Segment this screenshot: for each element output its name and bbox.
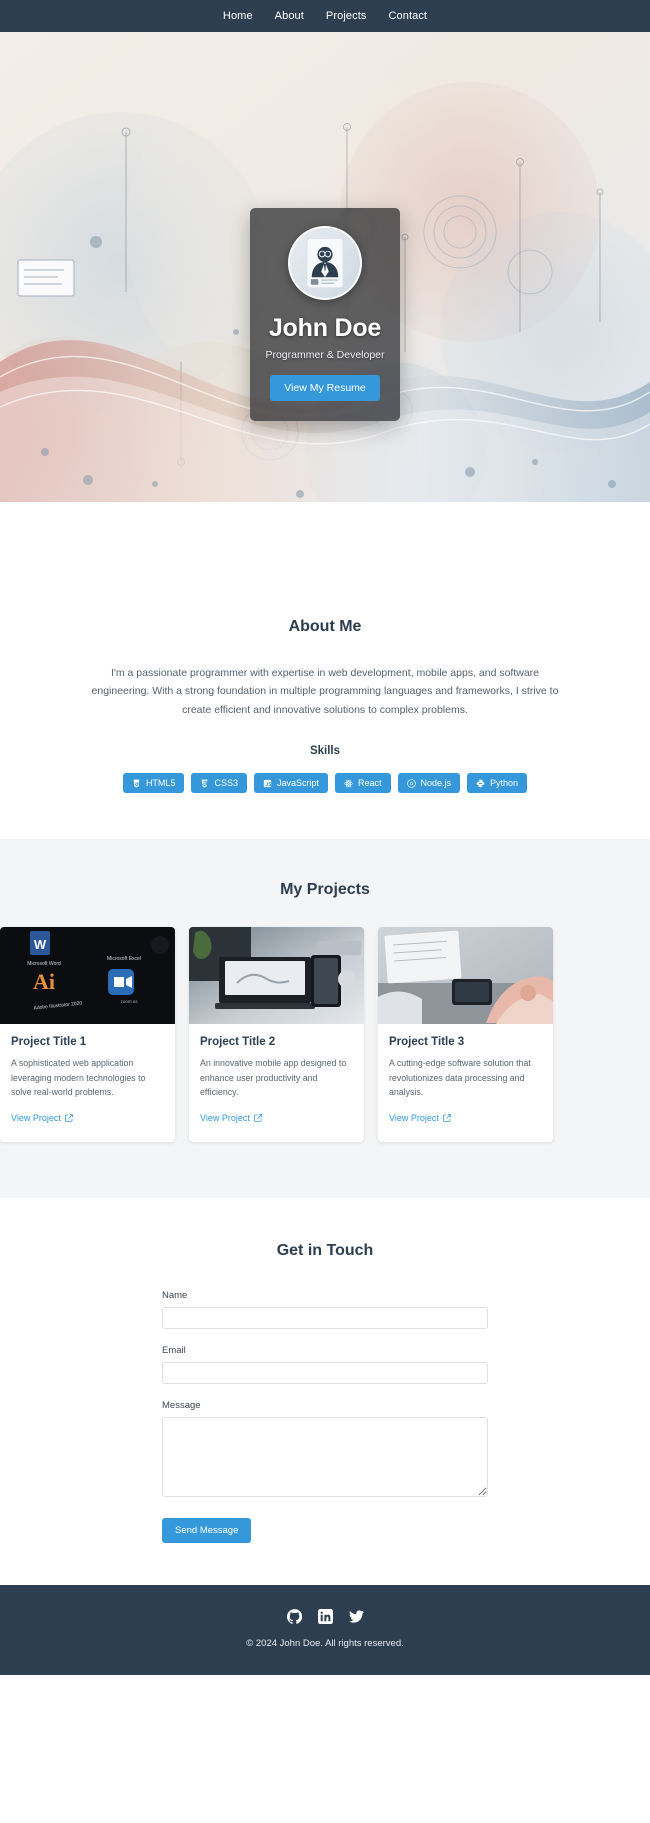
projects-title: My Projects bbox=[280, 881, 370, 899]
about-section: About Me I'm a passionate programmer wit… bbox=[0, 502, 650, 840]
project-thumbnail-2 bbox=[189, 927, 364, 1025]
send-message-button[interactable]: Send Message bbox=[162, 1517, 252, 1543]
copyright-text: © 2024 John Doe. All rights reserved. bbox=[246, 1637, 404, 1649]
project-card[interactable]: W Microsoft Word Microsoft Excel zoom.us… bbox=[0, 927, 175, 1142]
skills-title: Skills bbox=[309, 745, 341, 758]
contact-section: Get in Touch Name Email Message Send Mes… bbox=[0, 1197, 650, 1585]
contact-title: Get in Touch bbox=[276, 1241, 374, 1259]
skill-badge-python: Python bbox=[467, 773, 528, 794]
html5-icon bbox=[133, 779, 140, 788]
projects-section: My Projects W Microsoft Word Microsoft E… bbox=[0, 839, 650, 1198]
hero-name: John Doe bbox=[268, 314, 382, 342]
svg-text:zoom.us: zoom.us bbox=[120, 999, 138, 1004]
project-link-label: View Project bbox=[200, 1112, 250, 1123]
svg-text:W: W bbox=[34, 937, 47, 952]
svg-text:Ai: Ai bbox=[33, 969, 55, 994]
linkedin-icon[interactable] bbox=[317, 1608, 333, 1624]
skill-label: HTML5 bbox=[145, 778, 176, 789]
external-link-icon bbox=[253, 1113, 262, 1122]
project-link[interactable]: View Project bbox=[200, 1113, 262, 1123]
project-link[interactable]: View Project bbox=[389, 1113, 451, 1123]
project-body: Project Title 2 An innovative mobile app… bbox=[189, 1024, 364, 1142]
contact-form: Name Email Message Send Message bbox=[162, 1290, 488, 1543]
skill-label: JavaScript bbox=[276, 778, 319, 789]
svg-text:Microsoft Excel: Microsoft Excel bbox=[107, 956, 141, 962]
nodejs-icon bbox=[406, 778, 416, 788]
email-label: Email bbox=[162, 1344, 186, 1356]
project-title: Project Title 3 bbox=[389, 1036, 465, 1049]
project-thumbnail-3 bbox=[378, 927, 553, 1025]
skill-badge-html5: HTML5 bbox=[122, 773, 185, 794]
project-link[interactable]: View Project bbox=[11, 1113, 73, 1123]
skill-label: Python bbox=[490, 778, 519, 789]
project-title: Project Title 1 bbox=[11, 1036, 87, 1049]
project-description: An innovative mobile app designed to enh… bbox=[200, 1058, 347, 1098]
project-description: A cutting-edge software solution that re… bbox=[389, 1058, 531, 1098]
project-link-label: View Project bbox=[389, 1112, 439, 1123]
hero-tagline: Programmer & Developer bbox=[265, 349, 385, 361]
about-body: I'm a passionate programmer with experti… bbox=[91, 667, 559, 716]
skill-badge-nodejs: Node.js bbox=[397, 773, 461, 794]
python-icon bbox=[476, 779, 485, 787]
project-body: Project Title 3 A cutting-edge software … bbox=[378, 1024, 553, 1142]
site-footer: © 2024 John Doe. All rights reserved. bbox=[0, 1584, 650, 1675]
name-field-group: Name bbox=[162, 1290, 488, 1329]
css3-icon bbox=[202, 779, 208, 788]
external-link-icon bbox=[64, 1113, 73, 1122]
javascript-icon bbox=[263, 779, 272, 787]
about-title: About Me bbox=[288, 618, 362, 635]
project-card[interactable]: Project Title 2 An innovative mobile app… bbox=[189, 927, 364, 1142]
email-field-group: Email bbox=[162, 1345, 488, 1384]
project-card[interactable]: Project Title 3 A cutting-edge software … bbox=[378, 927, 553, 1142]
hero-section: John Doe Programmer & Developer View My … bbox=[0, 32, 650, 502]
project-link-label: View Project bbox=[11, 1112, 61, 1123]
projects-grid: W Microsoft Word Microsoft Excel zoom.us… bbox=[0, 927, 650, 1142]
skill-badge-css3: CSS3 bbox=[191, 773, 247, 794]
skill-badge-javascript: JavaScript bbox=[253, 773, 328, 794]
nav-link-home[interactable]: Home bbox=[223, 10, 253, 22]
project-description: A sophisticated web application leveragi… bbox=[11, 1058, 146, 1098]
view-resume-button[interactable]: View My Resume bbox=[270, 375, 380, 401]
nav-link-projects[interactable]: Projects bbox=[326, 10, 367, 22]
project-thumbnail-1: W Microsoft Word Microsoft Excel zoom.us… bbox=[0, 927, 175, 1025]
external-link-icon bbox=[442, 1113, 451, 1122]
email-input[interactable] bbox=[162, 1361, 488, 1384]
skill-label: Node.js bbox=[420, 778, 452, 789]
skill-badge-react: React bbox=[335, 773, 391, 794]
name-input[interactable] bbox=[162, 1306, 488, 1329]
social-links bbox=[0, 1608, 650, 1624]
project-title: Project Title 2 bbox=[200, 1036, 276, 1049]
nav-link-about[interactable]: About bbox=[275, 10, 304, 22]
nav-link-contact[interactable]: Contact bbox=[388, 10, 427, 22]
skills-list: HTML5 CSS3 JavaScript React Node.js Pyth… bbox=[28, 773, 622, 794]
project-body: Project Title 1 A sophisticated web appl… bbox=[0, 1024, 175, 1142]
twitter-icon[interactable] bbox=[348, 1609, 364, 1624]
skill-label: React bbox=[358, 778, 382, 789]
github-icon[interactable] bbox=[286, 1608, 302, 1624]
react-atom-icon bbox=[344, 779, 353, 787]
message-label: Message bbox=[162, 1399, 201, 1411]
avatar bbox=[288, 226, 362, 300]
hero-profile-card: John Doe Programmer & Developer View My … bbox=[250, 208, 400, 421]
name-label: Name bbox=[162, 1289, 188, 1301]
skill-label: CSS3 bbox=[214, 778, 238, 789]
message-textarea[interactable] bbox=[162, 1416, 488, 1497]
message-field-group: Message bbox=[162, 1400, 488, 1502]
svg-text:Microsoft Word: Microsoft Word bbox=[27, 961, 61, 967]
main-navbar: Home About Projects Contact bbox=[0, 0, 650, 32]
